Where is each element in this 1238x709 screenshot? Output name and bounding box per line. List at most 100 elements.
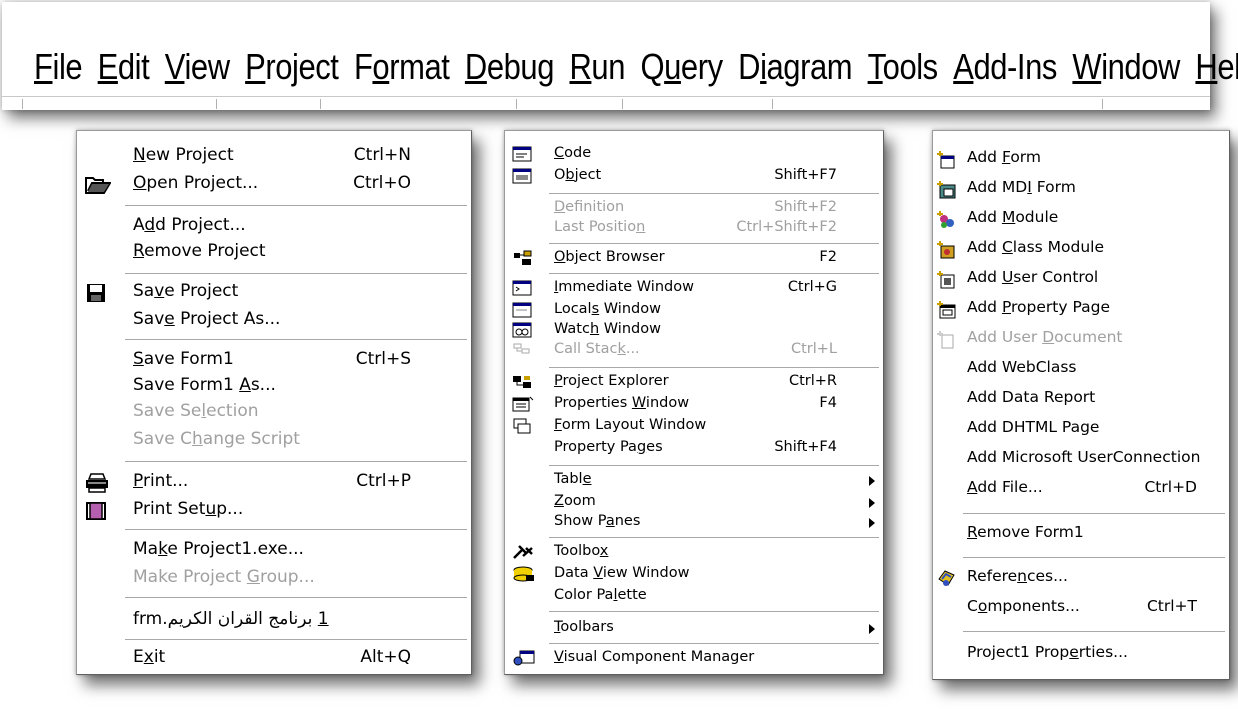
add-class-module-icon <box>936 240 958 264</box>
menu-separator <box>125 461 467 463</box>
menu-item-last-position: Last Position Ctrl+Shift+F2 <box>505 219 883 241</box>
immediate-window-icon <box>512 280 532 300</box>
object-browser-icon <box>512 250 534 270</box>
menu-window[interactable]: Window <box>1072 46 1180 88</box>
menu-item-label: Project Explorer <box>554 373 669 389</box>
menu-item-references[interactable]: References... <box>933 567 1229 593</box>
menu-item-components[interactable]: Components... Ctrl+T <box>933 597 1229 623</box>
menu-item-new-project[interactable]: New Project Ctrl+N <box>77 145 471 171</box>
menu-edit[interactable]: Edit <box>98 46 150 88</box>
menu-item-label: Add Property Page <box>967 298 1110 316</box>
toolbar-separator <box>516 99 517 109</box>
view-menu-dropdown: Code Object Shift+F7 Definition Shift+F2… <box>504 130 884 675</box>
menu-item-save-project[interactable]: Save Project <box>77 281 471 307</box>
menu-project[interactable]: Project <box>245 46 339 88</box>
menu-item-label: Remove Project <box>133 241 266 261</box>
menu-item-property-pages[interactable]: Property Pages Shift+F4 <box>505 439 883 461</box>
menu-item-add-user-control[interactable]: Add User Control <box>933 268 1229 294</box>
menu-item-object-browser[interactable]: Object Browser F2 <box>505 249 883 271</box>
menu-item-label: Add User Document <box>967 328 1123 346</box>
menu-item-visual-component-manager[interactable]: Visual Component Manager <box>505 649 883 671</box>
menu-item-exit[interactable]: Exit Alt+Q <box>77 647 471 673</box>
menu-item-label: Add Data Report <box>967 388 1096 406</box>
menu-item-shortcut: Shift+F4 <box>774 439 837 455</box>
menu-item-watch-window[interactable]: Watch Window <box>505 321 883 343</box>
menu-separator <box>963 513 1225 515</box>
menu-item-make-exe[interactable]: Make Project1.exe... <box>77 539 471 565</box>
menu-item-open-project[interactable]: Open Project... Ctrl+O <box>77 173 471 199</box>
menu-item-print[interactable]: Print... Ctrl+P <box>77 471 471 497</box>
menu-separator <box>549 193 879 195</box>
menu-item-add-microsoft-userconnection[interactable]: Add Microsoft UserConnection <box>933 448 1229 474</box>
menu-file[interactable]: File <box>34 46 83 88</box>
menu-item-project1-properties[interactable]: Project1 Properties... <box>933 643 1229 669</box>
menu-item-properties-window[interactable]: Properties Window F4 <box>505 395 883 417</box>
toolbar-separator <box>772 99 773 109</box>
menu-item-color-palette[interactable]: Color Palette <box>505 587 883 609</box>
file-menu-dropdown: New Project Ctrl+N Open Project... Ctrl+… <box>76 130 472 675</box>
menu-item-remove-project[interactable]: Remove Project <box>77 241 471 267</box>
menu-item-definition: Definition Shift+F2 <box>505 199 883 221</box>
menu-help[interactable]: Help <box>1195 46 1238 88</box>
menu-item-form-layout-window[interactable]: Form Layout Window <box>505 417 883 439</box>
menu-item-label: Add Microsoft UserConnection <box>967 448 1201 466</box>
menu-item-save-change-script: Save Change Script <box>77 429 471 455</box>
menu-item-add-class-module[interactable]: Add Class Module <box>933 238 1229 264</box>
menu-item-label: Code <box>554 145 592 161</box>
menu-item-toolbars[interactable]: Toolbars <box>505 619 883 641</box>
menu-separator <box>549 537 879 539</box>
menu-item-save-selection: Save Selection <box>77 401 471 427</box>
menu-item-toolbox[interactable]: Toolbox <box>505 543 883 565</box>
menu-view[interactable]: View <box>165 46 230 88</box>
menu-item-immediate-window[interactable]: Immediate Window Ctrl+G <box>505 279 883 301</box>
add-property-page-icon <box>936 300 958 324</box>
menu-diagram[interactable]: Diagram <box>738 46 852 88</box>
menu-add-ins[interactable]: Add-Ins <box>953 46 1057 88</box>
menu-item-add-webclass[interactable]: Add WebClass <box>933 358 1229 384</box>
menu-item-save-project-as[interactable]: Save Project As... <box>77 309 471 335</box>
menu-item-label: Object <box>554 167 602 183</box>
menu-item-label: 1 برنامج القران الكريم.frm <box>133 609 329 629</box>
data-view-icon <box>512 566 536 586</box>
menu-separator <box>125 339 467 341</box>
menu-debug[interactable]: Debug <box>465 46 555 88</box>
menu-item-add-project[interactable]: Add Project... <box>77 215 471 241</box>
references-icon <box>936 569 958 593</box>
menu-format[interactable]: Format <box>354 46 450 88</box>
menu-item-recent-file-1[interactable]: 1 برنامج القران الكريم.frm <box>77 609 471 635</box>
menu-item-save-form1[interactable]: Save Form1 Ctrl+S <box>77 349 471 375</box>
project-menu-dropdown: Add Form Add MDI Form Add Module Add Cla… <box>932 130 1230 680</box>
printer-icon <box>85 473 109 498</box>
menu-item-label: Table <box>554 471 592 487</box>
menu-item-add-data-report[interactable]: Add Data Report <box>933 388 1229 414</box>
menu-query[interactable]: Query <box>640 46 723 88</box>
menu-item-print-setup[interactable]: Print Setup... <box>77 499 471 525</box>
menu-item-shortcut: Shift+F2 <box>774 199 837 215</box>
menu-item-add-module[interactable]: Add Module <box>933 208 1229 234</box>
menu-item-label: Visual Component Manager <box>554 649 755 665</box>
menu-item-code[interactable]: Code <box>505 145 883 167</box>
menu-item-add-form[interactable]: Add Form <box>933 148 1229 174</box>
toolbox-icon <box>512 544 536 564</box>
menu-item-label: Add Form <box>967 148 1041 166</box>
menu-item-remove-form1[interactable]: Remove Form1 <box>933 523 1229 549</box>
menu-item-object[interactable]: Object Shift+F7 <box>505 167 883 189</box>
menu-bar: File Edit View Project Format Debug Run … <box>2 2 1238 110</box>
menu-item-show-panes[interactable]: Show Panes <box>505 513 883 535</box>
floppy-disk-icon <box>85 283 107 308</box>
menu-item-data-view-window[interactable]: Data View Window <box>505 565 883 587</box>
menu-item-add-mdi-form[interactable]: Add MDI Form <box>933 178 1229 204</box>
menu-item-add-property-page[interactable]: Add Property Page <box>933 298 1229 324</box>
menu-tools[interactable]: Tools <box>868 46 939 88</box>
menu-item-save-form1-as[interactable]: Save Form1 As... <box>77 375 471 401</box>
menu-item-locals-window[interactable]: Locals Window <box>505 301 883 323</box>
menu-item-project-explorer[interactable]: Project Explorer Ctrl+R <box>505 373 883 395</box>
menu-item-shortcut: Alt+Q <box>360 647 411 667</box>
menu-item-add-file[interactable]: Add File... Ctrl+D <box>933 478 1229 504</box>
menu-item-zoom[interactable]: Zoom <box>505 493 883 515</box>
menu-separator <box>125 205 467 207</box>
menu-item-add-dhtml-page[interactable]: Add DHTML Page <box>933 418 1229 444</box>
menu-item-table[interactable]: Table <box>505 471 883 493</box>
menu-run[interactable]: Run <box>569 46 625 88</box>
menu-item-label: Toolbox <box>554 543 609 559</box>
